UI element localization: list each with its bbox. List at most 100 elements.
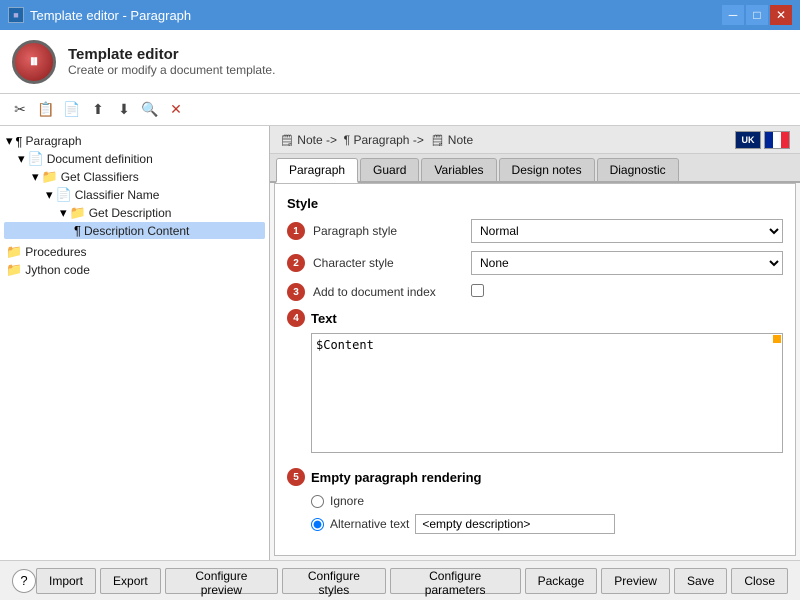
jython-folder-icon: 📁 — [6, 262, 22, 278]
main-content: ▾ ¶ Paragraph ▾ 📄 Document definition ▾ … — [0, 126, 800, 560]
paragraph-style-select[interactable]: Normal Heading 1 Heading 2 Body Text — [471, 219, 783, 243]
classifier-icon: 📄 — [56, 187, 72, 203]
text-section-header: 4 Text — [287, 309, 783, 327]
bottom-right: Import Export Configure preview Configur… — [36, 568, 788, 594]
preview-button[interactable]: Preview — [601, 568, 670, 594]
field-num-4: 4 — [287, 309, 305, 327]
configure-styles-button[interactable]: Configure styles — [282, 568, 386, 594]
tree-item-get-description[interactable]: ▾ 📁 Get Description — [4, 204, 265, 222]
field-num-5: 5 — [287, 468, 305, 486]
proc-folder-icon: 📁 — [6, 244, 22, 260]
save-button[interactable]: Save — [674, 568, 727, 594]
alt-text-input[interactable] — [415, 514, 615, 534]
titlebar: ■ Template editor - Paragraph ─ □ ✕ — [0, 0, 800, 30]
collapse-icon-3: ▾ — [32, 169, 39, 185]
copy-button[interactable]: 📄 — [60, 98, 84, 122]
text-content-area[interactable]: $Content — [311, 333, 783, 453]
empty-section-title-text: Empty paragraph rendering — [311, 470, 481, 485]
flag-fr-button[interactable] — [764, 131, 790, 149]
toolbar: ✂ 📋 📄 ⬆ ⬇ 🔍 ✕ — [0, 94, 800, 126]
alt-text-label: Alternative text — [330, 517, 409, 531]
collapse-icon: ▾ — [6, 133, 13, 149]
collapse-icon-4: ▾ — [46, 187, 53, 203]
tree-item-get-classifiers[interactable]: ▾ 📁 Get Classifiers — [4, 168, 265, 186]
maximize-button[interactable]: □ — [746, 5, 768, 25]
character-style-select[interactable]: None Bold Italic — [471, 251, 783, 275]
character-style-label: Character style — [313, 256, 463, 270]
text-area-corner-indicator — [773, 335, 781, 343]
style-section-title: Style — [287, 196, 783, 211]
paragraph-style-label: Paragraph style — [313, 224, 463, 238]
desc-folder-icon: 📁 — [70, 205, 86, 221]
header-subtitle: Create or modify a document template. — [68, 63, 275, 77]
right-pane: 🗒 Note -> ¶ Paragraph -> 🗒 Note UK Parag… — [270, 126, 800, 560]
paragraph-style-control[interactable]: Normal Heading 1 Heading 2 Body Text — [471, 219, 783, 243]
ignore-label: Ignore — [330, 494, 364, 508]
ignore-radio[interactable] — [311, 495, 324, 508]
text-area-container: $Content — [311, 333, 783, 456]
empty-section-header: 5 Empty paragraph rendering — [287, 468, 783, 486]
tree-item-description-content[interactable]: ¶ Description Content — [4, 222, 265, 239]
configure-preview-button[interactable]: Configure preview — [165, 568, 278, 594]
tab-paragraph[interactable]: Paragraph — [276, 158, 358, 183]
header-text: Template editor Create or modify a docum… — [68, 46, 275, 77]
character-style-control[interactable]: None Bold Italic — [471, 251, 783, 275]
cut-button[interactable]: ✂ — [8, 98, 32, 122]
doc-index-row: 3 Add to document index — [287, 283, 783, 301]
package-button[interactable]: Package — [525, 568, 598, 594]
close-button-bottom[interactable]: Close — [731, 568, 788, 594]
tree-label-procedures: Procedures — [25, 245, 86, 259]
tree-item-doc-def[interactable]: ▾ 📄 Document definition — [4, 150, 265, 168]
tree-item-classifier-name[interactable]: ▾ 📄 Classifier Name — [4, 186, 265, 204]
app-icon: ■ — [8, 7, 24, 23]
breadcrumb-bar: 🗒 Note -> ¶ Paragraph -> 🗒 Note UK — [270, 126, 800, 154]
text-section-title: Text — [311, 311, 337, 326]
move-down-button[interactable]: ⬇ — [112, 98, 136, 122]
tab-design-notes[interactable]: Design notes — [499, 158, 595, 181]
language-flags: UK — [735, 131, 790, 149]
content-icon: ¶ — [74, 223, 81, 238]
tree-label-doc-def: Document definition — [47, 152, 153, 166]
tab-guard[interactable]: Guard — [360, 158, 419, 181]
tree-label-get-description: Get Description — [89, 206, 172, 220]
minimize-button[interactable]: ─ — [722, 5, 744, 25]
window-title: Template editor - Paragraph — [30, 8, 191, 23]
doc-index-control[interactable] — [471, 284, 783, 300]
export-button[interactable]: Export — [100, 568, 161, 594]
search-button[interactable]: 🔍 — [138, 98, 162, 122]
paragraph-style-row: 1 Paragraph style Normal Heading 1 Headi… — [287, 219, 783, 243]
tabs-bar: Paragraph Guard Variables Design notes D… — [270, 154, 800, 183]
collapse-icon-2: ▾ — [18, 151, 25, 167]
tab-variables[interactable]: Variables — [421, 158, 496, 181]
header-title: Template editor — [68, 46, 275, 63]
tab-diagnostic[interactable]: Diagnostic — [597, 158, 679, 181]
delete-button[interactable]: ✕ — [164, 98, 188, 122]
character-style-row: 2 Character style None Bold Italic — [287, 251, 783, 275]
flag-uk-button[interactable]: UK — [735, 131, 761, 149]
tree-label-paragraph: Paragraph — [26, 134, 82, 148]
tree-label-get-classifiers: Get Classifiers — [61, 170, 139, 184]
move-up-button[interactable]: ⬆ — [86, 98, 110, 122]
bottom-bar: ? Import Export Configure preview Config… — [0, 560, 800, 600]
field-num-1: 1 — [287, 222, 305, 240]
tree-item-jython[interactable]: 📁 Jython code — [4, 261, 265, 279]
help-button[interactable]: ? — [12, 569, 36, 593]
import-button[interactable]: Import — [36, 568, 96, 594]
tree-item-procedures[interactable]: 📁 Procedures — [4, 243, 265, 261]
alt-text-radio[interactable] — [311, 518, 324, 531]
configure-parameters-button[interactable]: Configure parameters — [390, 568, 521, 594]
app-logo: ⏸ — [12, 40, 56, 84]
collapse-icon-5: ▾ — [60, 205, 67, 221]
field-num-2: 2 — [287, 254, 305, 272]
paragraph-icon: ¶ — [16, 134, 23, 149]
doc-index-checkbox[interactable] — [471, 284, 484, 297]
paste-button[interactable]: 📋 — [34, 98, 58, 122]
tree-label-description-content: Description Content — [84, 224, 189, 238]
ignore-radio-row: Ignore — [311, 494, 783, 508]
close-button[interactable]: ✕ — [770, 5, 792, 25]
tree-pane: ▾ ¶ Paragraph ▾ 📄 Document definition ▾ … — [0, 126, 270, 560]
tree-item-paragraph[interactable]: ▾ ¶ Paragraph — [4, 132, 265, 150]
bottom-left: ? — [12, 569, 36, 593]
alt-text-radio-row: Alternative text — [311, 514, 783, 534]
empty-paragraph-section: 5 Empty paragraph rendering Ignore Alter… — [287, 468, 783, 534]
